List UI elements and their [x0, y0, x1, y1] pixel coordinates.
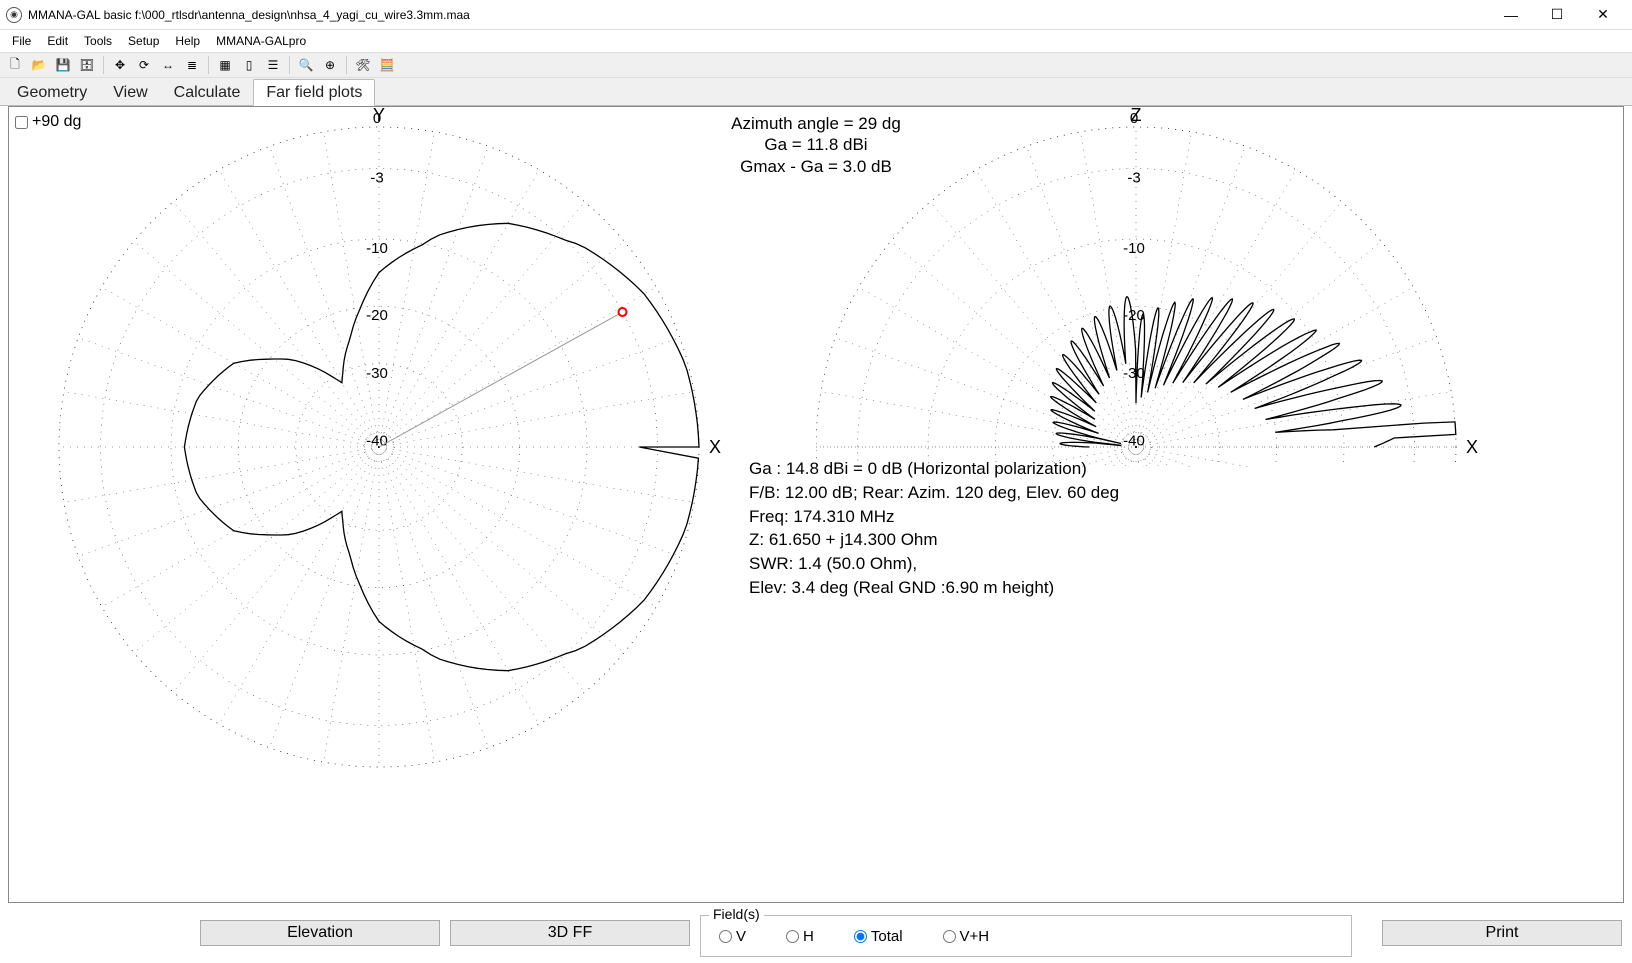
main-tabs: GeometryViewCalculateFar field plots	[0, 78, 1632, 106]
svg-text:-40: -40	[1123, 433, 1145, 450]
minimize-button[interactable]: —	[1488, 0, 1534, 30]
toolbar-separator	[103, 56, 104, 74]
svg-text:-10: -10	[1123, 240, 1145, 257]
move-icon[interactable]: ✥	[109, 54, 131, 76]
new-file-icon[interactable]: 🗋	[4, 54, 26, 76]
svg-text:-3: -3	[370, 170, 383, 187]
tab-view[interactable]: View	[100, 79, 160, 106]
maximize-button[interactable]: ☐	[1534, 0, 1580, 30]
field-option-v-h[interactable]: V+H	[943, 928, 990, 945]
target-icon[interactable]: ⊕	[319, 54, 341, 76]
result-z: Z: 61.650 + j14.300 Ohm	[749, 528, 1119, 552]
result-summary: Ga : 14.8 dBi = 0 dB (Horizontal polariz…	[749, 457, 1119, 600]
fields-legend: Field(s)	[709, 906, 764, 922]
field-option-label: Total	[871, 928, 903, 945]
table-icon[interactable]: ☰	[262, 54, 284, 76]
rotate-icon[interactable]: ⟳	[133, 54, 155, 76]
svg-text:-3: -3	[1127, 170, 1140, 187]
result-elev: Elev: 3.4 deg (Real GND :6.90 m height)	[749, 576, 1119, 600]
field-option-label: V+H	[960, 928, 990, 945]
field-option-label: H	[803, 928, 814, 945]
svg-text:-10: -10	[366, 240, 388, 257]
field-option-label: V	[736, 928, 746, 945]
svg-text:Z: Z	[1131, 107, 1142, 125]
toolbar: 🗋📂💾🗄 ✥⟳↔≣ ▦▯☰ 🔍⊕ 🛠🧮	[0, 52, 1632, 78]
toolbar-separator	[289, 56, 290, 74]
3dff-button[interactable]: 3D FF	[450, 920, 690, 946]
svg-text:-20: -20	[366, 307, 388, 324]
wire-edit-icon[interactable]: ≣	[181, 54, 203, 76]
plot-area: +90 dg Azimuth angle = 29 dg Ga = 11.8 d…	[8, 106, 1624, 903]
bottom-controls: Elevation 3D FF Field(s) V H Total V+H Prin…	[0, 903, 1632, 963]
svg-text:Y: Y	[373, 107, 385, 125]
svg-text:-30: -30	[1123, 365, 1145, 382]
field-option-total[interactable]: Total	[854, 928, 903, 945]
save-icon[interactable]: 💾	[52, 54, 74, 76]
grid-icon[interactable]: ▦	[214, 54, 236, 76]
calc-icon[interactable]: 🧮	[376, 54, 398, 76]
menu-edit[interactable]: Edit	[39, 32, 76, 50]
toolbar-separator	[346, 56, 347, 74]
result-fb: F/B: 12.00 dB; Rear: Azim. 120 deg, Elev…	[749, 481, 1119, 505]
close-button[interactable]: ✕	[1580, 0, 1626, 30]
toolbar-separator	[208, 56, 209, 74]
save-all-icon[interactable]: 🗄	[76, 54, 98, 76]
result-ga: Ga : 14.8 dBi = 0 dB (Horizontal polariz…	[749, 457, 1119, 481]
menu-help[interactable]: Help	[167, 32, 208, 50]
menu-bar: FileEditToolsSetupHelpMMANA-GALpro	[0, 30, 1632, 52]
svg-text:X: X	[1466, 437, 1478, 457]
connect-icon[interactable]: ↔	[157, 54, 179, 76]
azimuth-polar-chart: 0-3-10-20-30-40YX	[9, 107, 816, 902]
menu-tools[interactable]: Tools	[76, 32, 120, 50]
elevation-button[interactable]: Elevation	[200, 920, 440, 946]
field-option-v[interactable]: V	[719, 928, 746, 945]
menu-setup[interactable]: Setup	[120, 32, 167, 50]
app-icon: ◉	[6, 7, 22, 23]
open-file-icon[interactable]: 📂	[28, 54, 50, 76]
tools-icon[interactable]: 🛠	[352, 54, 374, 76]
print-button[interactable]: Print	[1382, 920, 1622, 946]
menu-file[interactable]: File	[4, 32, 39, 50]
tab-calculate[interactable]: Calculate	[161, 79, 254, 106]
element-icon[interactable]: ▯	[238, 54, 260, 76]
svg-text:-40: -40	[366, 433, 388, 450]
tab-far-field-plots[interactable]: Far field plots	[253, 79, 375, 106]
svg-text:-30: -30	[366, 365, 388, 382]
result-swr: SWR: 1.4 (50.0 Ohm),	[749, 552, 1119, 576]
window-title: MMANA-GAL basic f:\000_rtlsdr\antenna_de…	[28, 8, 1488, 22]
tab-geometry[interactable]: Geometry	[4, 79, 100, 106]
menu-mmanagalpro[interactable]: MMANA-GALpro	[208, 32, 314, 50]
result-freq: Freq: 174.310 MHz	[749, 505, 1119, 529]
svg-text:X: X	[709, 437, 721, 457]
fields-radio-group: Field(s) VHTotalV+H	[700, 915, 1352, 957]
field-option-h[interactable]: H	[786, 928, 814, 945]
zoom-icon[interactable]: 🔍	[295, 54, 317, 76]
